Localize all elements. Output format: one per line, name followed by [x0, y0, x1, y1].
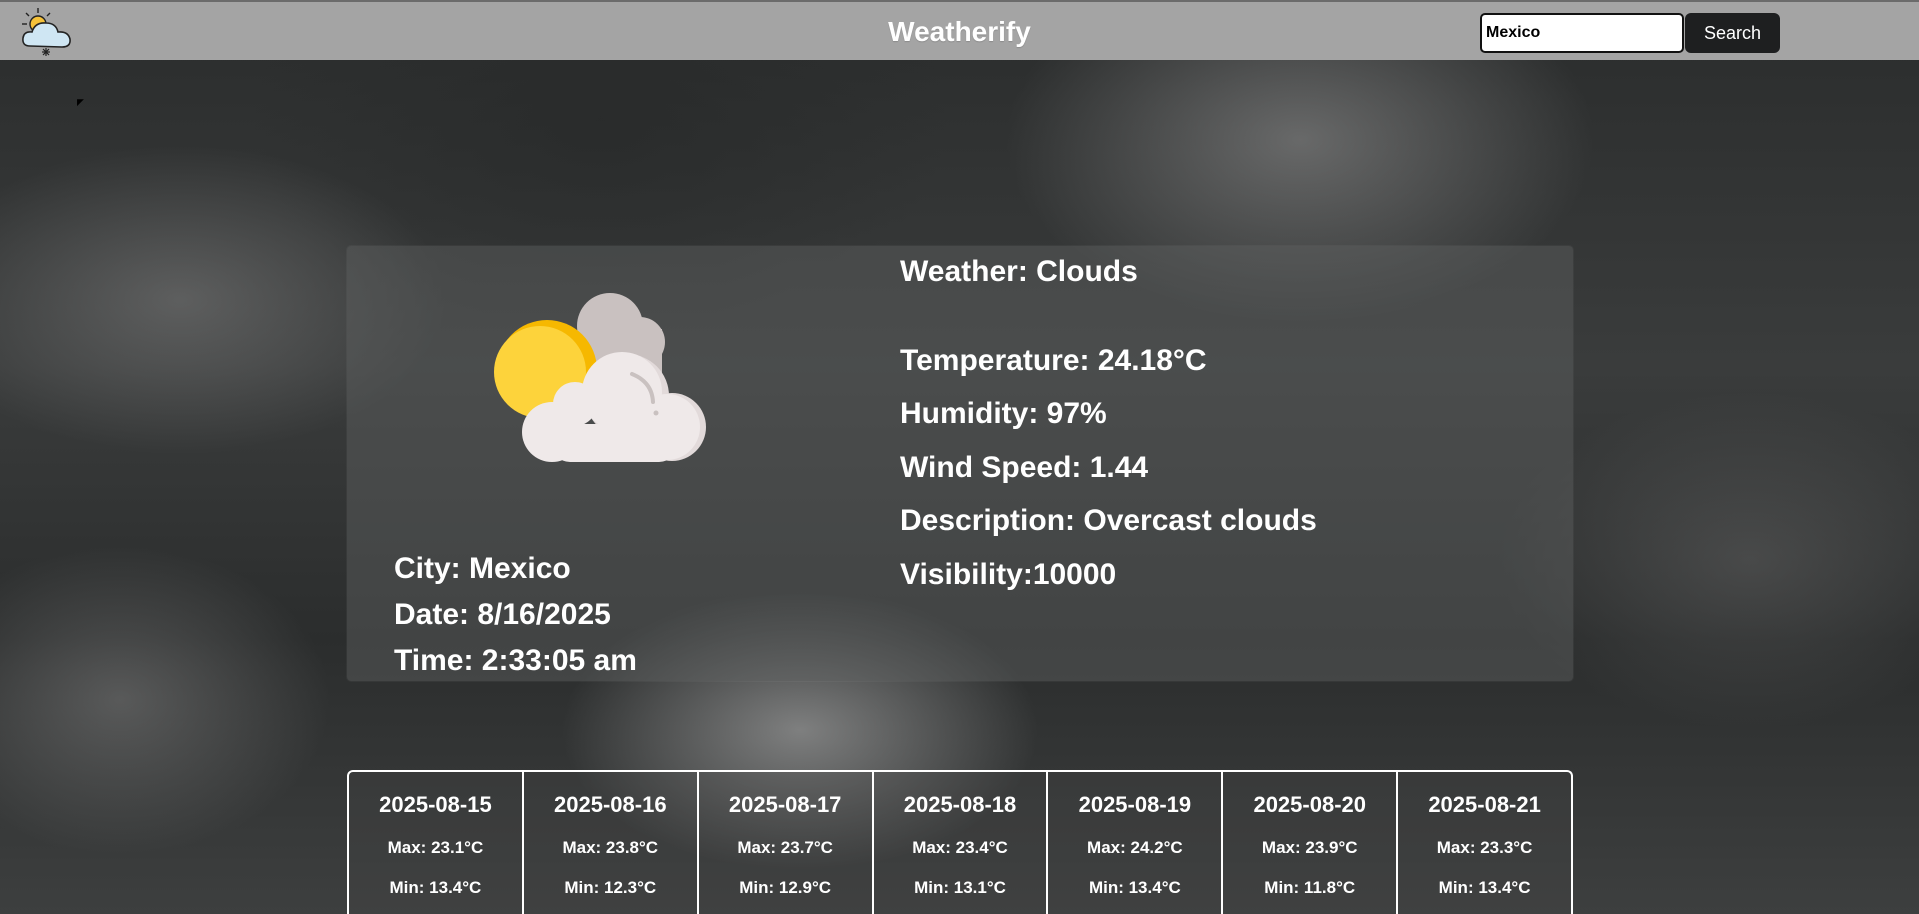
forecast-min: Min: 13.1°C — [914, 878, 1006, 897]
forecast-max: Max: 23.1°C — [387, 838, 484, 857]
sun-cloud-snow-icon — [22, 8, 71, 56]
forecast-max: Max: 23.3°C — [1436, 838, 1533, 857]
navbar: Weatherify Search — [0, 0, 1919, 60]
visibility-value: Visibility:10000 — [900, 558, 1117, 591]
forecast-max: Max: 23.8°C — [562, 838, 659, 857]
forecast-max: Max: 23.7°C — [737, 838, 833, 857]
description-value: Description: Overcast clouds — [900, 504, 1317, 537]
forecast-day-card: 2025-08-17 Max: 23.7°C Min: 12.9°C — [696, 770, 874, 914]
city-search-input[interactable] — [1480, 13, 1684, 53]
partly-cloudy-icon — [494, 293, 706, 462]
search-button[interactable]: Search — [1685, 13, 1780, 53]
forecast-date: 2025-08-17 — [728, 792, 842, 817]
city-label: City: Mexico — [394, 552, 571, 585]
forecast-min: Min: 13.4°C — [1438, 878, 1531, 897]
time-label: Time: 2:33:05 am — [394, 644, 637, 677]
temperature-value: Temperature: 24.18°C — [900, 344, 1207, 377]
humidity-value: Humidity: 97% — [900, 397, 1107, 430]
forecast-date: 2025-08-20 — [1253, 792, 1366, 817]
forecast-min: Min: 11.8°C — [1264, 878, 1356, 897]
forecast-date: 2025-08-19 — [1078, 792, 1192, 817]
forecast-min: Min: 12.9°C — [739, 878, 832, 897]
forecast-min: Min: 13.4°C — [389, 878, 482, 897]
forecast-strip: 2025-08-15 Max: 23.1°C Min: 13.4°C 2025-… — [347, 770, 1574, 914]
forecast-date: 2025-08-18 — [903, 792, 1017, 817]
weather-main: Weather: Clouds — [900, 255, 1138, 288]
date-label: Date: 8/16/2025 — [394, 598, 611, 631]
forecast-day-card: 2025-08-15 Max: 23.1°C Min: 13.4°C — [347, 770, 524, 914]
forecast-date: 2025-08-16 — [554, 792, 667, 817]
wind-speed-value: Wind Speed: 1.44 — [900, 451, 1149, 484]
forecast-max: Max: 24.2°C — [1087, 838, 1183, 857]
forecast-day-card: 2025-08-21 Max: 23.3°C Min: 13.4°C — [1396, 770, 1574, 914]
forecast-min: Min: 12.3°C — [564, 878, 657, 897]
forecast-day-card: 2025-08-16 Max: 23.8°C Min: 12.3°C — [521, 770, 699, 914]
forecast-max: Max: 23.9°C — [1261, 838, 1358, 857]
location-info: City: Mexico Date: 8/16/2025 Time: 2:33:… — [394, 546, 637, 684]
forecast-day-card: 2025-08-18 Max: 23.4°C Min: 13.1°C — [871, 770, 1049, 914]
forecast-date: 2025-08-15 — [379, 792, 492, 817]
forecast-max: Max: 23.4°C — [912, 838, 1008, 857]
current-weather-card: City: Mexico Date: 8/16/2025 Time: 2:33:… — [347, 246, 1573, 681]
mouse-cursor: ◤ — [77, 97, 84, 107]
forecast-min: Min: 13.4°C — [1088, 878, 1181, 897]
forecast-date: 2025-08-21 — [1428, 792, 1541, 817]
forecast-day-card: 2025-08-20 Max: 23.9°C Min: 11.8°C — [1221, 770, 1399, 914]
forecast-day-card: 2025-08-19 Max: 24.2°C Min: 13.4°C — [1046, 770, 1224, 914]
app-title: Weatherify — [888, 16, 1031, 47]
